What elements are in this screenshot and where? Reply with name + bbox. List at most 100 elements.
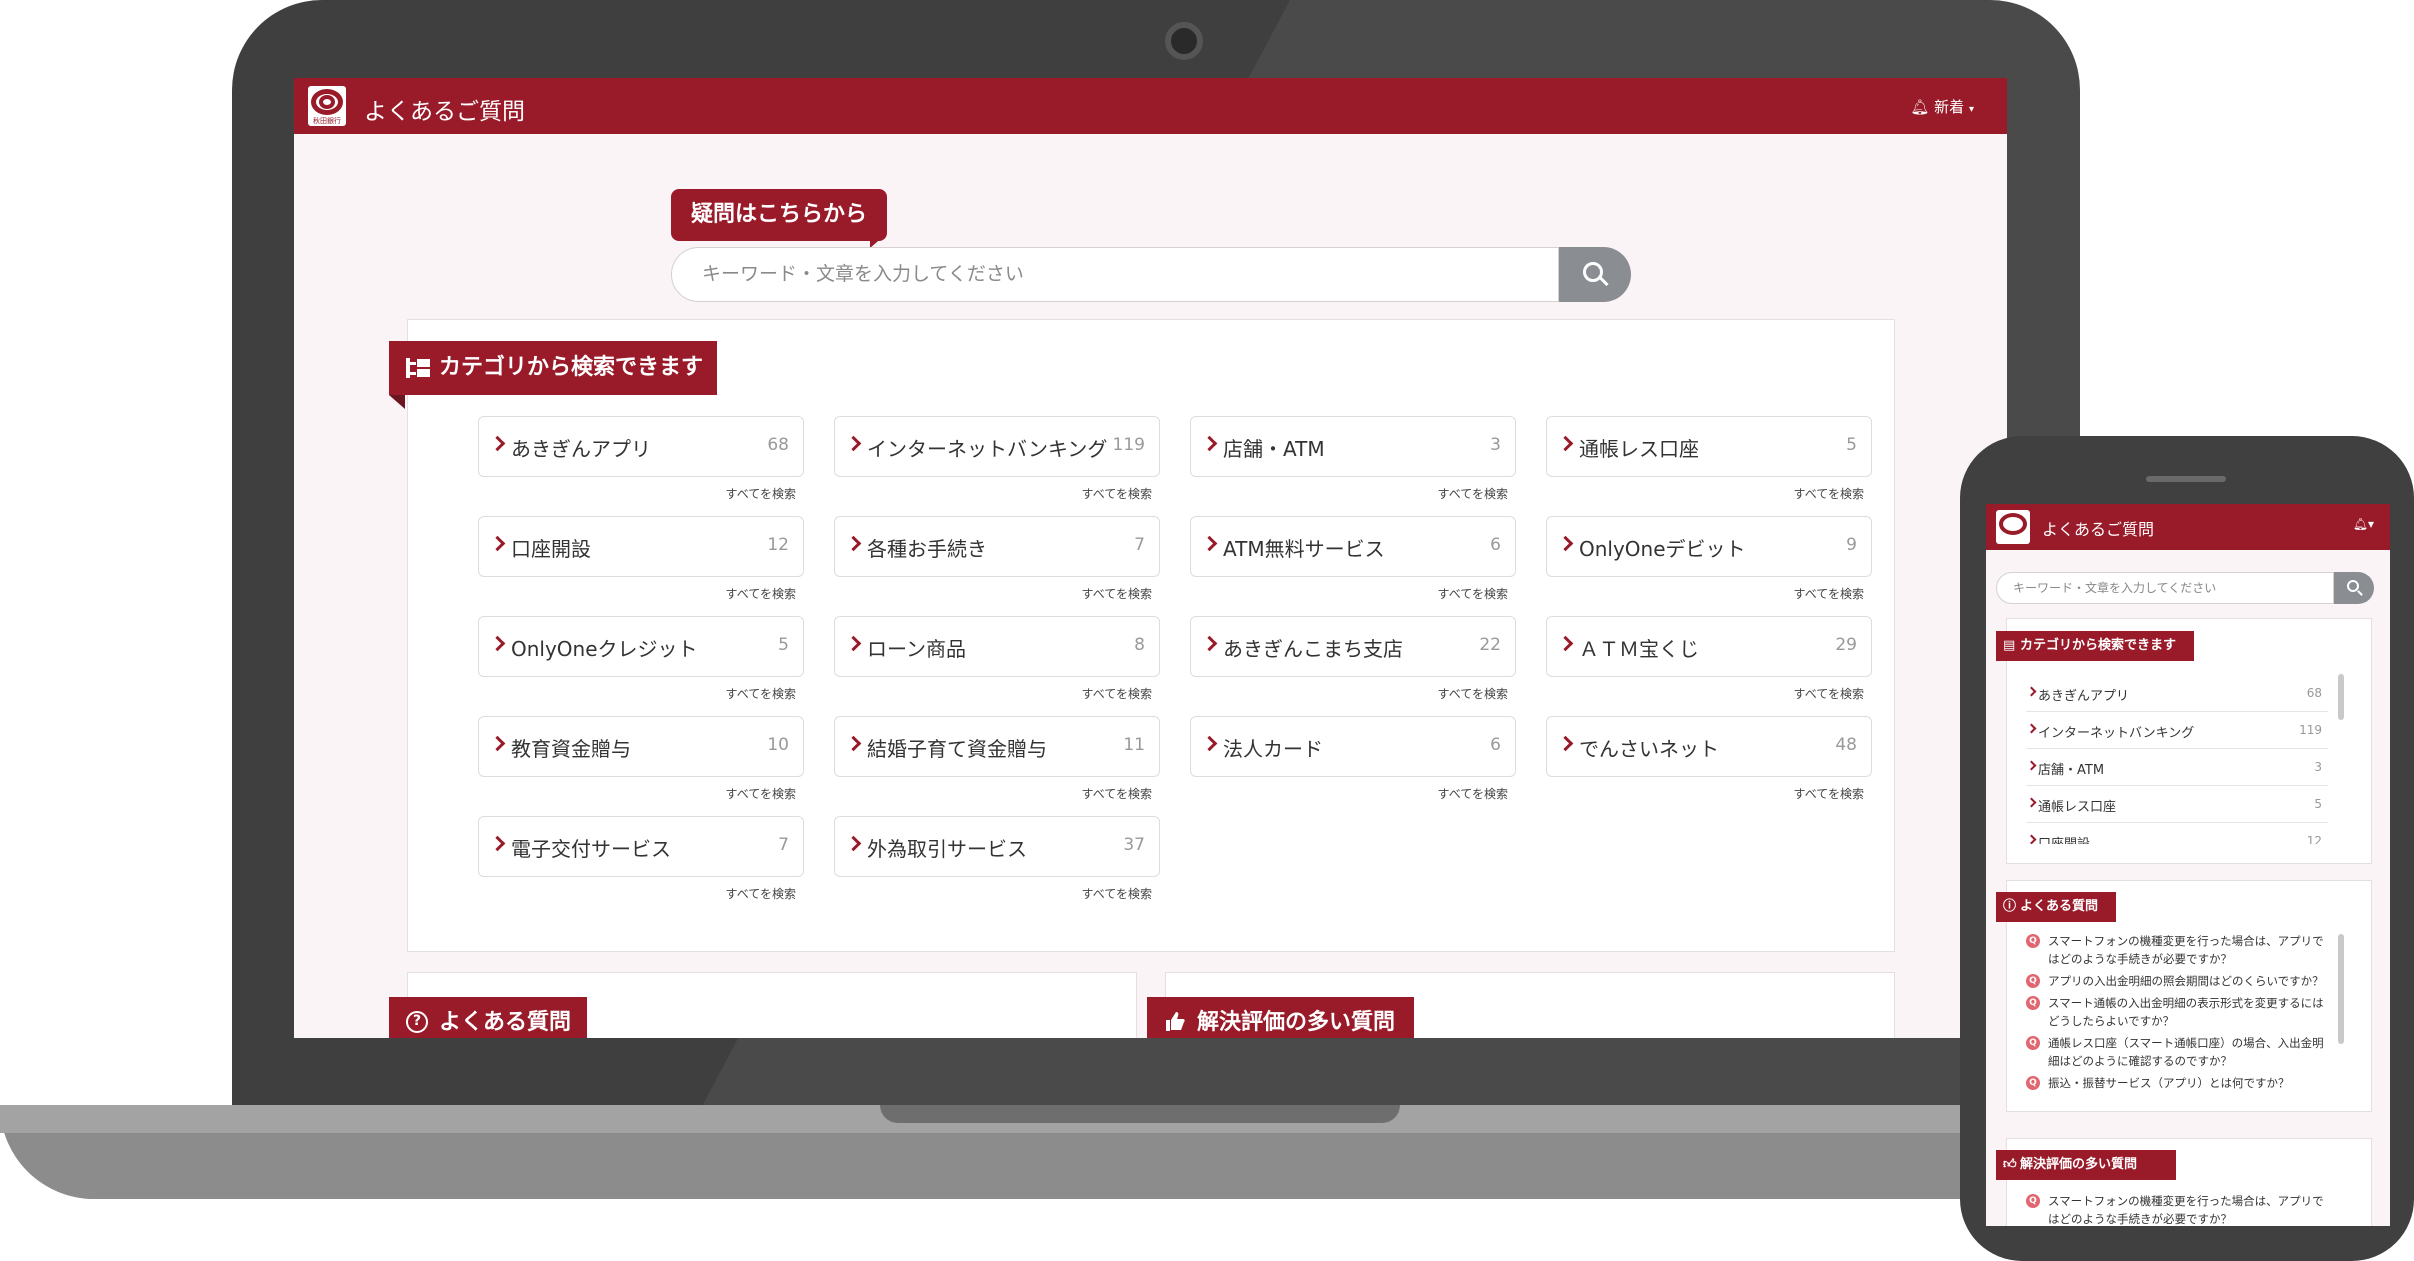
question-badge-icon: Q [2026, 996, 2040, 1010]
category-label: ATM無料サービス [1223, 537, 1385, 561]
category-card[interactable]: 通帳レス口座 5 [1546, 416, 1872, 477]
see-all-link[interactable]: すべてを検索 [478, 485, 804, 502]
category-card[interactable]: 外為取引サービス 37 [834, 816, 1160, 877]
see-all-link[interactable]: すべてを検索 [1546, 585, 1872, 602]
chevron-right-icon [845, 635, 862, 652]
see-all-link[interactable]: すべてを検索 [478, 585, 804, 602]
category-label: OnlyOneデビット [1579, 537, 1746, 561]
see-all-link[interactable]: すべてを検索 [1190, 585, 1516, 602]
see-all-link[interactable]: すべてを検索 [834, 585, 1160, 602]
see-all-link[interactable]: すべてを検索 [1546, 785, 1872, 802]
mobile-category-row[interactable]: 通帳レス口座 5 [2026, 786, 2328, 823]
see-all-link[interactable]: すべてを検索 [834, 885, 1160, 902]
see-all-link[interactable]: すべてを検索 [1190, 485, 1516, 502]
chevron-right-icon [1557, 535, 1574, 552]
category-label: OnlyOneクレジット [511, 637, 698, 661]
phone-speaker [2146, 476, 2226, 482]
caret-down-icon: ▾ [1968, 104, 1974, 115]
category-count: 119 [1112, 435, 1145, 455]
question-text: スマート通帳の入出金明細の表示形式を変更するにはどうしたらよいですか？ [2048, 996, 2324, 1028]
see-all-link[interactable]: すべてを検索 [478, 785, 804, 802]
see-all-link[interactable]: すべてを検索 [478, 885, 804, 902]
see-all-link[interactable]: すべてを検索 [834, 785, 1160, 802]
mobile-question-item[interactable]: Q 通帳レス口座（スマート通帳口座）の場合、入出金明細はどのように確認するのですか… [2026, 1034, 2326, 1070]
laptop-base-notch [880, 1105, 1400, 1123]
category-label: インターネットバンキング [867, 437, 1108, 461]
see-all-link[interactable]: すべてを検索 [1190, 785, 1516, 802]
mobile-question-item[interactable]: Q スマートフォンの機種変更を行った場合は、アプリではどのような手続きが必要ですか… [2026, 932, 2326, 968]
top-rated-section-title: 解決評価の多い質問 [1147, 997, 1414, 1038]
mobile-category-row[interactable]: あきぎんアプリ 68 [2026, 675, 2328, 712]
category-card[interactable]: 教育資金贈与 10 [478, 716, 804, 777]
question-circle-icon: ? [406, 1011, 428, 1033]
chevron-right-icon [845, 435, 862, 452]
mobile-screen: よくあるご質問 🔔︎▾ キーワード・文章を入力してください ▤ カテゴリから検索… [1986, 504, 2390, 1226]
ribbon-fold [389, 395, 405, 409]
category-label: ローン商品 [867, 637, 966, 661]
category-section-label: カテゴリから検索できます [439, 355, 704, 380]
mobile-category-label: 通帳レス口座 [2038, 800, 2117, 815]
question-badge-icon: Q [2026, 1076, 2040, 1090]
mobile-question-item[interactable]: Q アプリの入出金明細の照会期間はどのくらいですか？ [2026, 972, 2326, 990]
mobile-faq-label: よくある質問 [2020, 899, 2099, 914]
search-input[interactable]: キーワード・文章を入力してください [671, 247, 1559, 302]
logo-text: 秋田銀行 [313, 117, 341, 125]
category-section-title: カテゴリから検索できます [389, 341, 717, 395]
question-badge-icon: Q [2026, 934, 2040, 948]
page-title: よくあるご質問 [364, 99, 525, 125]
mobile-question-item[interactable]: Q スマート通帳の入出金明細の表示形式を変更するにはどうしたらよいですか？ [2026, 994, 2326, 1030]
see-all-link[interactable]: すべてを検索 [1190, 685, 1516, 702]
chevron-right-icon [489, 735, 506, 752]
header-bar: 秋田銀行 よくあるご質問 🔔︎ 新着 ▾ [294, 78, 2007, 134]
category-card[interactable]: ローン商品 8 [834, 616, 1160, 677]
category-label: 法人カード [1223, 737, 1323, 761]
category-card[interactable]: ＡＴＭ宝くじ 29 [1546, 616, 1872, 677]
chevron-right-icon [845, 535, 862, 552]
see-all-link[interactable]: すべてを検索 [834, 485, 1160, 502]
category-card[interactable]: あきぎんこまち支店 22 [1190, 616, 1516, 677]
category-count: 7 [1134, 535, 1145, 555]
category-card[interactable]: ATM無料サービス 6 [1190, 516, 1516, 577]
mobile-faq-scrollbar[interactable] [2338, 934, 2344, 1044]
category-card[interactable]: インターネットバンキング 119 [834, 416, 1160, 477]
search-button[interactable] [1559, 247, 1631, 302]
bell-icon: 🔔︎ [1910, 98, 1930, 116]
news-dropdown[interactable]: 🔔︎ 新着 ▾ [1910, 96, 1974, 117]
question-text: 振込・振替サービス（アプリ）とは何ですか？ [2048, 1076, 2290, 1090]
category-card[interactable]: でんさいネット 48 [1546, 716, 1872, 777]
category-card[interactable]: 口座開設 12 [478, 516, 804, 577]
category-count: 29 [1835, 635, 1857, 655]
see-all-link[interactable]: すべてを検索 [1546, 485, 1872, 502]
mobile-category-row[interactable]: 口座開設 12 [2026, 823, 2328, 844]
mobile-category-row[interactable]: インターネットバンキング 119 [2026, 712, 2328, 749]
mobile-top-rated-list: Q スマートフォンの機種変更を行った場合は、アプリではどのような手続きが必要ですか… [1986, 1192, 2390, 1226]
mobile-question-item[interactable]: Q スマートフォンの機種変更を行った場合は、アプリではどのような手続きが必要ですか… [2026, 1192, 2326, 1226]
chevron-right-icon [1557, 635, 1574, 652]
thumbs-up-icon [1166, 1012, 1185, 1031]
category-label: でんさいネット [1579, 737, 1719, 761]
category-card[interactable]: 法人カード 6 [1190, 716, 1516, 777]
bank-logo[interactable]: 秋田銀行 [308, 86, 346, 126]
category-card[interactable]: 店舗・ATM 3 [1190, 416, 1516, 477]
see-all-link[interactable]: すべてを検索 [834, 685, 1160, 702]
category-count: 68 [767, 435, 789, 455]
faq-section-title: ? よくある質問 [389, 997, 587, 1038]
category-label: ＡＴＭ宝くじ [1579, 637, 1699, 661]
category-card[interactable]: 各種お手続き 7 [834, 516, 1160, 577]
category-card[interactable]: OnlyOneデビット 9 [1546, 516, 1872, 577]
category-card[interactable]: OnlyOneクレジット 5 [478, 616, 804, 677]
category-card[interactable]: 結婚子育て資金贈与 11 [834, 716, 1160, 777]
see-all-link[interactable]: すべてを検索 [1546, 685, 1872, 702]
mobile-category-scrollbar[interactable] [2338, 674, 2344, 720]
category-card[interactable]: あきぎんアプリ 68 [478, 416, 804, 477]
category-card[interactable]: 電子交付サービス 7 [478, 816, 804, 877]
chevron-right-icon [845, 735, 862, 752]
mobile-question-item[interactable]: Q 振込・振替サービス（アプリ）とは何ですか？ [2026, 1074, 2326, 1092]
chevron-right-icon [1557, 435, 1574, 452]
see-all-link[interactable]: すべてを検索 [478, 685, 804, 702]
chevron-right-icon [2026, 686, 2037, 697]
mobile-category-row[interactable]: 店舗・ATM 3 [2026, 749, 2328, 786]
question-badge-icon: Q [2026, 974, 2040, 988]
category-count: 12 [767, 535, 789, 555]
chevron-right-icon [489, 635, 506, 652]
